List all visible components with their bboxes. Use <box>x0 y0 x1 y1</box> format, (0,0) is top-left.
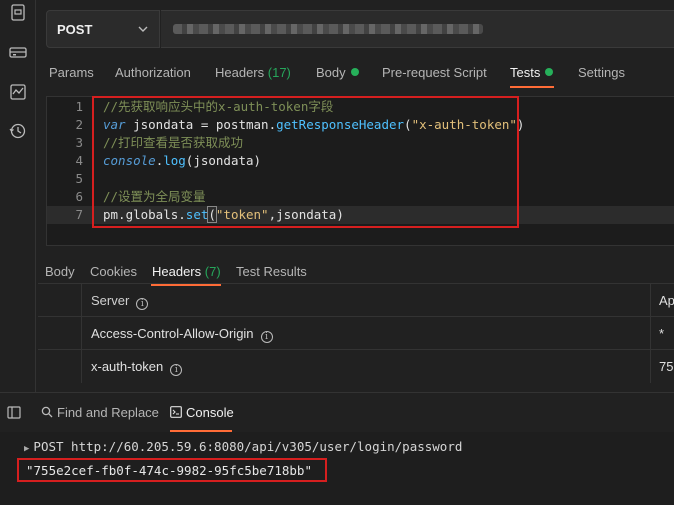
sidebar <box>0 0 36 392</box>
response-tab-headers-label: Headers <box>152 264 202 279</box>
tab-headers[interactable]: Headers (17) <box>215 65 291 80</box>
find-replace-label: Find and Replace <box>57 405 159 420</box>
console-request-line[interactable]: ▶ POST http://60.205.59.6:8080/api/v305/u… <box>24 439 462 454</box>
tab-prerequest-script[interactable]: Pre-request Script <box>382 65 487 80</box>
response-tab-cookies[interactable]: Cookies <box>90 264 137 279</box>
expand-arrow-icon[interactable]: ▶ <box>24 444 29 454</box>
tab-body[interactable]: Body <box>316 65 359 80</box>
tab-params[interactable]: Params <box>49 65 94 80</box>
console-icon <box>170 406 182 418</box>
table-row: x-auth-token i 75 <box>38 349 674 383</box>
column-divider <box>81 284 82 317</box>
response-tab-headers-count: (7) <box>204 264 221 279</box>
history-icon[interactable] <box>8 121 28 141</box>
bottom-toolbar: Find and Replace Console <box>0 392 674 432</box>
find-replace-button[interactable]: Find and Replace <box>41 405 159 420</box>
environment-icon[interactable] <box>8 42 28 62</box>
tab-settings[interactable]: Settings <box>578 65 625 80</box>
header-value: 75 <box>659 359 674 374</box>
header-key-label: Access-Control-Allow-Origin <box>91 326 254 341</box>
console-button[interactable]: Console <box>170 405 234 420</box>
console-label: Console <box>186 405 234 420</box>
table-header-key: Server i <box>91 293 149 310</box>
header-value: * <box>659 326 665 341</box>
response-tab-headers[interactable]: Headers (7) <box>152 264 221 279</box>
info-icon[interactable]: i <box>260 331 273 343</box>
tab-body-label: Body <box>316 65 346 80</box>
column-divider <box>650 284 651 317</box>
table-header-value: Ap <box>659 293 674 308</box>
response-tab-body[interactable]: Body <box>45 264 75 279</box>
line-number: 5 <box>75 171 83 186</box>
line-number: 3 <box>75 135 83 150</box>
header-key: Access-Control-Allow-Origin i <box>91 326 273 343</box>
line-number: 4 <box>75 153 83 168</box>
tab-headers-label: Headers <box>215 65 265 80</box>
blurred-url <box>173 24 483 34</box>
method-label: POST <box>57 21 93 37</box>
output-highlight-box <box>17 458 327 482</box>
column-divider <box>650 317 651 350</box>
header-key-label: Server <box>91 293 130 308</box>
import-icon[interactable] <box>8 3 28 23</box>
tab-tests[interactable]: Tests <box>510 65 554 80</box>
tab-headers-count: (17) <box>267 65 291 80</box>
info-icon[interactable]: i <box>136 298 149 310</box>
line-number: 6 <box>75 189 83 204</box>
table-header-row: Server i Ap <box>38 283 674 317</box>
tab-authorization[interactable]: Authorization <box>115 65 191 80</box>
header-key: x-auth-token i <box>91 359 183 376</box>
column-divider <box>81 317 82 350</box>
console-request-text: POST http://60.205.59.6:8080/api/v305/us… <box>33 439 463 454</box>
status-dot <box>350 68 359 76</box>
url-input[interactable] <box>161 10 674 48</box>
line-number: 2 <box>75 117 83 132</box>
sidebar-toggle-icon[interactable] <box>7 406 21 419</box>
active-tab-indicator <box>510 86 554 88</box>
info-icon[interactable]: i <box>170 364 183 376</box>
table-row: Access-Control-Allow-Origin i * <box>38 316 674 350</box>
column-divider <box>650 350 651 383</box>
request-tabs: Params Authorization Headers (17) Body P… <box>0 62 674 88</box>
column-divider <box>81 350 82 383</box>
line-number: 7 <box>75 207 83 222</box>
status-dot <box>545 68 554 76</box>
method-select[interactable]: POST <box>46 10 160 48</box>
code-highlight-box <box>92 96 519 228</box>
chevron-down-icon <box>138 26 148 32</box>
header-key-label: x-auth-token <box>91 359 164 374</box>
search-icon <box>41 406 53 418</box>
line-number: 1 <box>75 99 83 114</box>
tab-tests-label: Tests <box>510 65 541 80</box>
response-tab-test-results[interactable]: Test Results <box>236 264 307 279</box>
